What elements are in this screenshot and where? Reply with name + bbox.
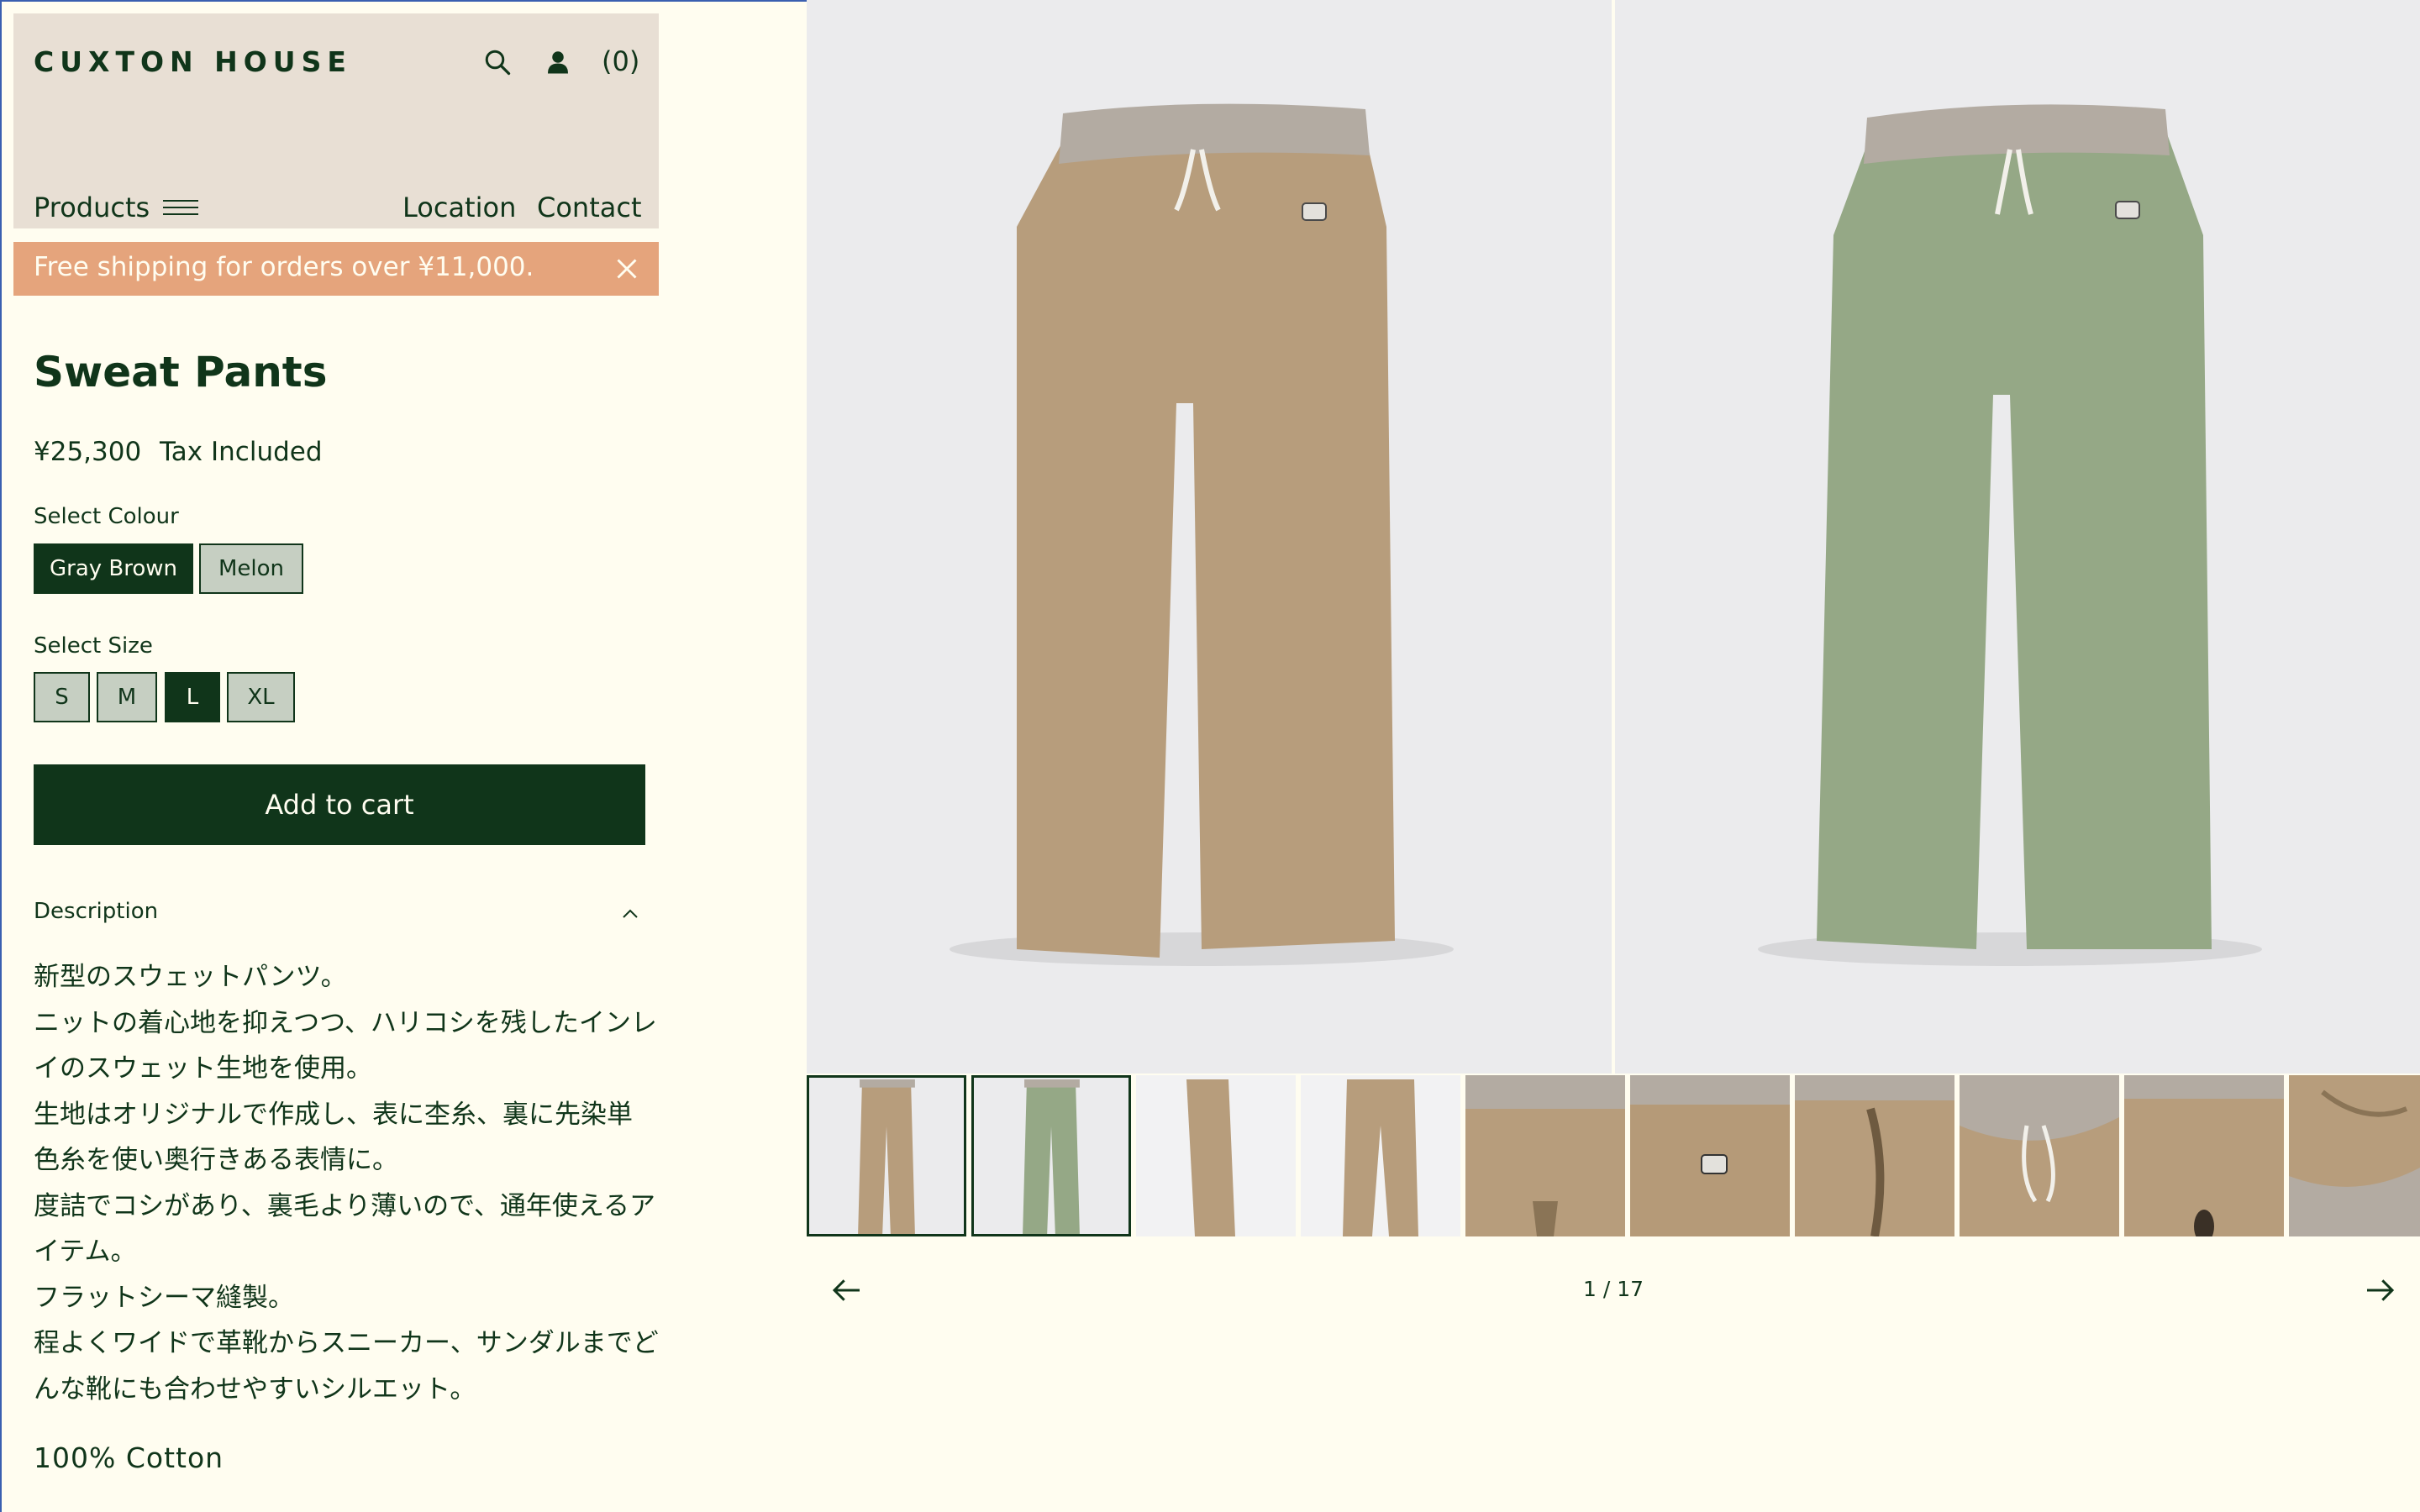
colour-option-gray-brown[interactable]: Gray Brown <box>34 543 193 594</box>
description-line: 生地はオリジナルで作成し、表に杢糸、裏に先染単 <box>34 1099 633 1130</box>
colour-option-melon[interactable]: Melon <box>199 543 303 594</box>
banner-text: Free shipping for orders over ¥11,000. <box>34 252 534 282</box>
thumbnail-4[interactable] <box>1301 1075 1460 1236</box>
size-label: Select Size <box>34 633 153 659</box>
chevron-up-icon[interactable] <box>620 904 640 924</box>
brand-logo[interactable]: CUXTON HOUSE <box>34 45 352 78</box>
thumbnail-2[interactable] <box>971 1075 1131 1236</box>
search-icon[interactable] <box>482 47 513 77</box>
description-line: ニットの着心地を抑えつつ、ハリコシを残したインレ <box>34 1007 657 1038</box>
tax-note: Tax Included <box>160 437 323 467</box>
arrow-left-icon[interactable] <box>830 1273 864 1307</box>
description-toggle[interactable]: Description <box>34 899 158 924</box>
thumbnail-5[interactable] <box>1465 1075 1625 1236</box>
description-line: イのスウェット生地を使用。 <box>34 1053 372 1084</box>
thumbnail-6[interactable] <box>1630 1075 1790 1236</box>
thumbnail-7[interactable] <box>1795 1075 1954 1236</box>
size-option-m[interactable]: M <box>97 672 157 722</box>
gallery-counter: 1 / 17 <box>1582 1277 1644 1301</box>
colour-label: Select Colour <box>34 504 179 529</box>
size-option-l[interactable]: L <box>165 672 220 722</box>
product-image-gray-brown[interactable] <box>807 0 1612 1074</box>
description-line: 度詰でコシがあり、裏毛より薄いので、通年使えるア <box>34 1190 655 1221</box>
thumbnail-9[interactable] <box>2124 1075 2284 1236</box>
description-line: 新型のスウェットパンツ。 <box>34 962 347 992</box>
nav-contact[interactable]: Contact <box>537 192 642 223</box>
arrow-right-icon[interactable] <box>2363 1273 2396 1307</box>
description-line: んな靴にも合わせやすいシルエット。 <box>34 1373 476 1404</box>
description-text: 新型のスウェットパンツ。 ニットの着心地を抑えつつ、ハリコシを残したインレ イの… <box>34 954 659 1412</box>
description-line: フラットシーマ縫製。 <box>34 1282 294 1313</box>
description-line: イテム。 <box>34 1236 137 1267</box>
add-to-cart-button[interactable]: Add to cart <box>34 764 645 845</box>
thumbnail-1[interactable] <box>807 1075 966 1236</box>
cart-count[interactable]: (0) <box>602 45 639 77</box>
product-image-melon[interactable] <box>1615 0 2420 1074</box>
thumbnail-8[interactable] <box>1960 1075 2119 1236</box>
nav-products-label: Products <box>34 192 150 223</box>
site-header: CUXTON HOUSE (0) Products Location Conta… <box>13 13 659 228</box>
menu-icon <box>163 200 199 215</box>
account-icon[interactable] <box>543 47 573 77</box>
thumbnail-10[interactable] <box>2289 1075 2420 1236</box>
product-title: Sweat Pants <box>34 348 328 396</box>
product-price: ¥25,300 <box>34 437 142 467</box>
shipping-banner: Free shipping for orders over ¥11,000. <box>13 242 659 296</box>
close-icon[interactable] <box>615 257 639 281</box>
size-option-s[interactable]: S <box>34 672 90 722</box>
size-option-xl[interactable]: XL <box>227 672 295 722</box>
window-edge-top <box>0 0 807 2</box>
nav-location[interactable]: Location <box>402 192 516 223</box>
nav-products[interactable]: Products <box>34 192 199 223</box>
material-text: 100% Cotton <box>34 1441 224 1474</box>
description-line: 程よくワイドで革靴からスニーカー、サンダルまでど <box>34 1328 659 1358</box>
window-edge <box>0 0 2 1512</box>
description-line: 色糸を使い奥行きある表情に。 <box>34 1145 398 1175</box>
thumbnail-3[interactable] <box>1136 1075 1296 1236</box>
